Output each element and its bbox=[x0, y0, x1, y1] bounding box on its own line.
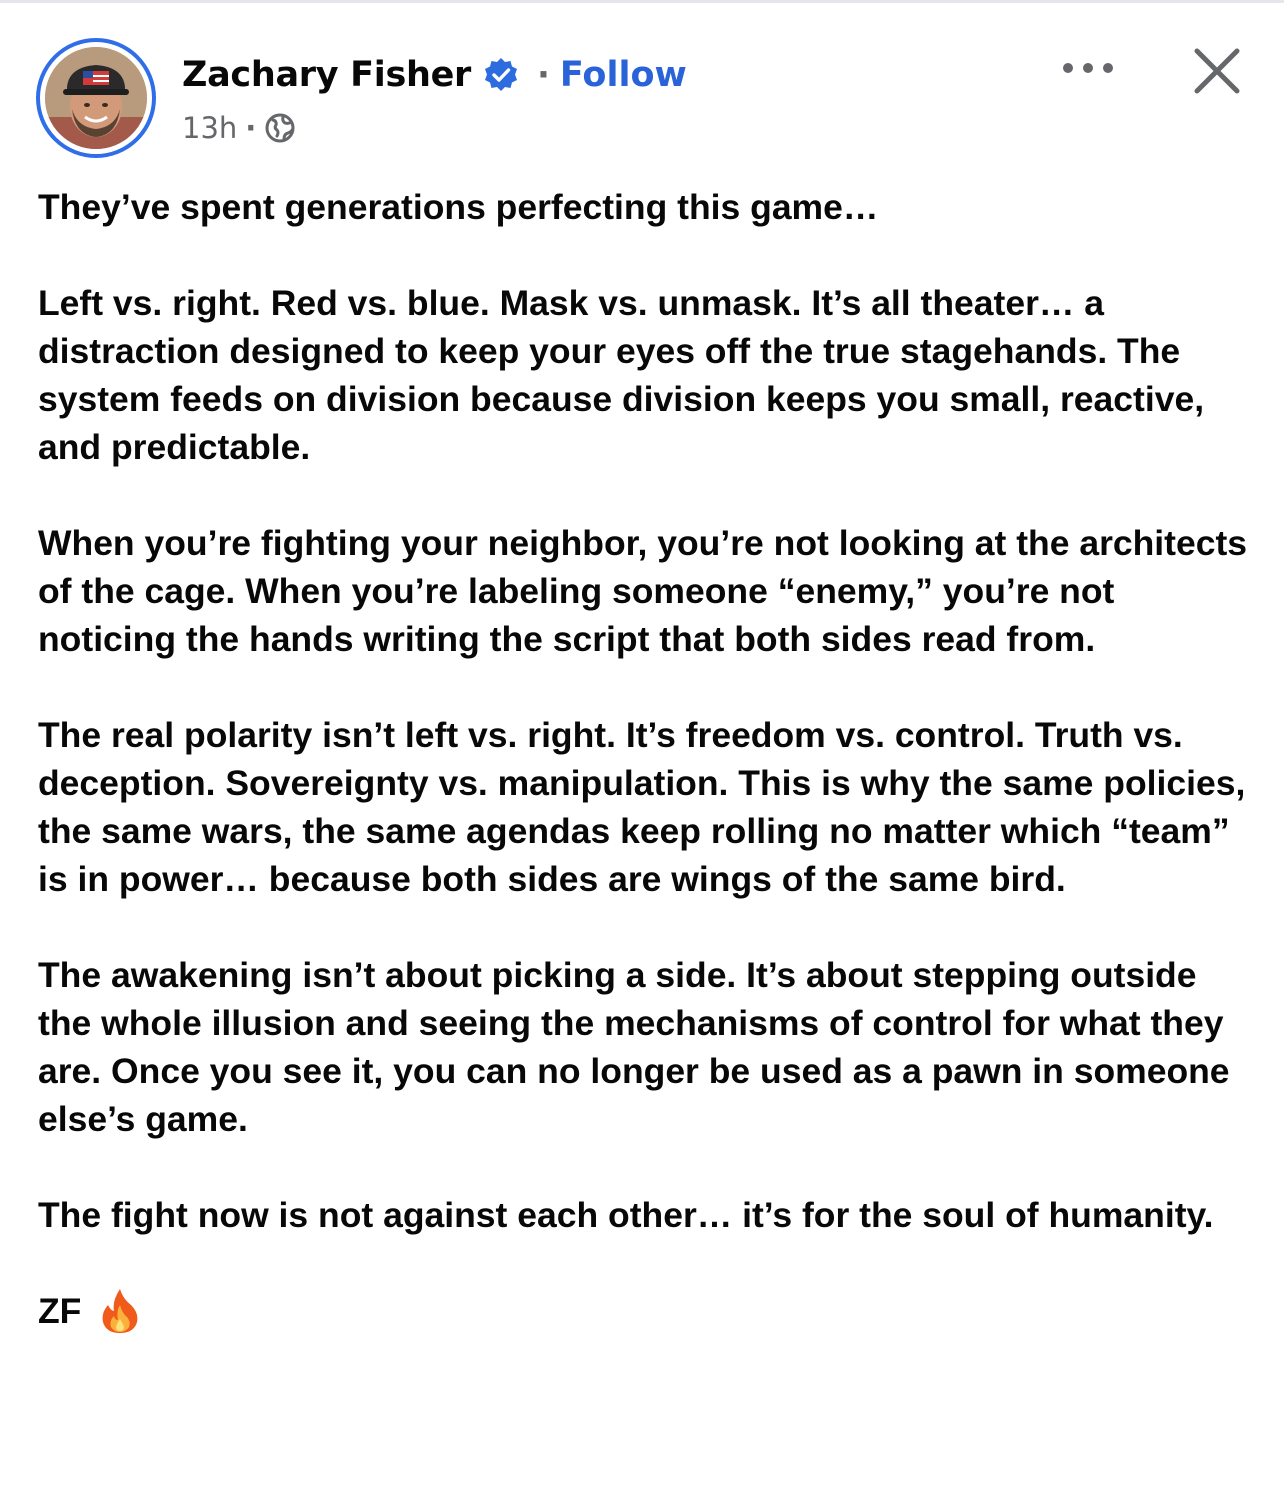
top-divider bbox=[0, 0, 1284, 3]
verified-badge-icon bbox=[483, 57, 519, 93]
post-paragraph: The real polarity isn’t left vs. right. … bbox=[38, 715, 1246, 899]
post-paragraph: The fight now is not against each other…… bbox=[38, 1195, 1214, 1235]
meta-separator-dot: · bbox=[245, 111, 257, 145]
separator-dot: · bbox=[537, 55, 550, 95]
avatar-photo bbox=[45, 47, 147, 149]
timestamp[interactable]: 13h bbox=[182, 111, 237, 145]
avatar[interactable] bbox=[36, 38, 156, 158]
post-text: They’ve spent generations perfecting thi… bbox=[38, 183, 1253, 1335]
more-options-icon[interactable] bbox=[1058, 56, 1118, 80]
post-paragraph: They’ve spent generations perfecting thi… bbox=[38, 187, 879, 227]
close-icon[interactable] bbox=[1192, 46, 1242, 96]
post-paragraph: The awakening isn’t about picking a side… bbox=[38, 955, 1230, 1139]
globe-icon[interactable] bbox=[264, 112, 296, 144]
post-meta: 13h · bbox=[182, 110, 296, 146]
follow-button[interactable]: Follow bbox=[560, 55, 687, 95]
author-name[interactable]: Zachary Fisher bbox=[182, 55, 471, 95]
fire-emoji-icon bbox=[99, 1287, 141, 1335]
name-row: Zachary Fisher · Follow bbox=[182, 52, 687, 98]
post-paragraph: Left vs. right. Red vs. blue. Mask vs. u… bbox=[38, 283, 1205, 467]
post-header: Zachary Fisher · Follow 13h · bbox=[36, 38, 1248, 160]
post-paragraph: When you’re fighting your neighbor, you’… bbox=[38, 523, 1248, 659]
signature: ZF bbox=[38, 1291, 82, 1331]
signature-line: ZF bbox=[38, 1287, 1253, 1335]
